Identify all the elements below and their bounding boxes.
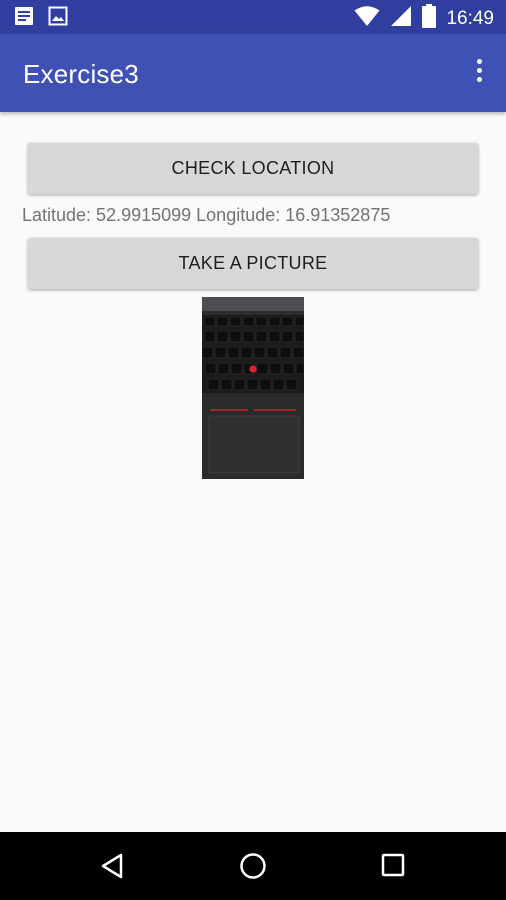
check-location-button[interactable]: CHECK LOCATION (28, 143, 478, 194)
home-icon[interactable] (239, 852, 267, 885)
more-vert-icon[interactable] (470, 59, 488, 87)
status-time: 16:49 (446, 7, 494, 29)
wifi-icon (354, 5, 380, 32)
status-bar: 16:49 (0, 0, 506, 34)
recents-icon[interactable] (381, 853, 405, 882)
navigation-bar (0, 832, 506, 900)
app-title: Exercise3 (23, 59, 139, 89)
captured-photo (202, 297, 304, 479)
signal-icon (390, 5, 412, 32)
app-bar: Exercise3 (0, 34, 506, 112)
location-text: Latitude: 52.9915099 Longitude: 16.91352… (22, 205, 391, 225)
battery-icon (422, 4, 437, 33)
image-icon (48, 6, 68, 31)
back-icon[interactable] (100, 852, 124, 885)
notes-icon (14, 6, 34, 31)
take-picture-button[interactable]: TAKE A PICTURE (28, 238, 478, 289)
